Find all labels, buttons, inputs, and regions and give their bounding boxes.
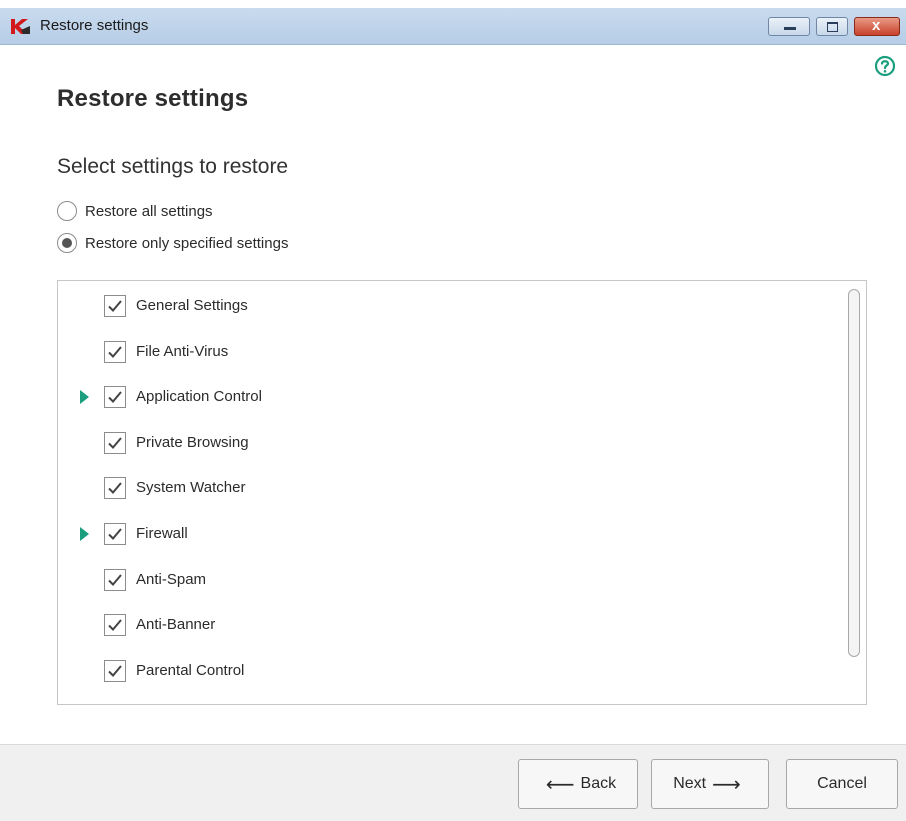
close-button[interactable]: x: [854, 17, 900, 36]
settings-list-item[interactable]: Firewall: [58, 519, 838, 549]
radio-restore-specified[interactable]: Restore only specified settings: [57, 231, 288, 255]
expand-arrow-icon[interactable]: [80, 527, 89, 541]
checkbox[interactable]: [104, 340, 126, 363]
arrow-left-icon: ⟵: [545, 773, 575, 796]
settings-item-label: Application Control: [136, 388, 262, 406]
minimize-icon: [784, 27, 796, 30]
settings-item-label: File Anti-Virus: [136, 342, 229, 360]
settings-list-item[interactable]: Anti-Spam: [58, 565, 838, 595]
back-button-label: Back: [580, 775, 617, 792]
arrow-right-icon: ⟶: [712, 773, 741, 796]
maximize-icon: [827, 22, 838, 32]
checkbox[interactable]: [104, 295, 126, 317]
close-icon: x: [872, 17, 881, 34]
settings-list-item[interactable]: System Watcher: [58, 473, 838, 503]
settings-item-label: Private Browsing: [136, 433, 249, 451]
checkmark-icon: [108, 300, 122, 312]
window-title-bar: Restore settings x: [0, 8, 906, 45]
checkbox[interactable]: [104, 386, 126, 409]
radio-label: Restore all settings: [85, 202, 213, 220]
settings-item-label: General Settings: [136, 297, 248, 314]
settings-list-item[interactable]: Application Control: [58, 382, 838, 412]
checkmark-icon: [108, 482, 122, 495]
checkmark-icon: [108, 345, 122, 358]
cancel-button[interactable]: Cancel: [786, 759, 898, 809]
checkmark-icon: [108, 437, 122, 449]
settings-list-item[interactable]: Private Browsing: [58, 428, 838, 458]
checkbox[interactable]: [104, 431, 126, 454]
scrollbar-thumb[interactable]: [848, 289, 860, 657]
checkmark-icon: [108, 528, 122, 540]
settings-list-item-partial[interactable]: [58, 701, 838, 704]
radio-label: Restore only specified settings: [85, 234, 289, 252]
cancel-button-label: Cancel: [817, 775, 867, 792]
settings-list-item[interactable]: Anti-Banner: [58, 610, 838, 640]
settings-list-item[interactable]: General Settings: [58, 291, 838, 321]
checkmark-icon: [108, 391, 122, 404]
radio-button[interactable]: [57, 233, 77, 253]
checkbox[interactable]: [104, 614, 126, 637]
settings-item-label: Anti-Spam: [136, 570, 207, 588]
section-title: Select settings to restore: [57, 155, 289, 178]
checkmark-icon: [108, 619, 122, 632]
settings-list-item[interactable]: Parental Control: [58, 656, 838, 686]
maximize-button[interactable]: [816, 17, 848, 36]
radio-button[interactable]: [57, 201, 77, 221]
page-title: Restore settings: [57, 85, 249, 112]
expand-arrow-icon[interactable]: [80, 390, 89, 405]
radio-restore-all[interactable]: Restore all settings: [57, 199, 213, 223]
checkbox[interactable]: [104, 568, 126, 591]
settings-list-item[interactable]: File Anti-Virus: [58, 337, 838, 367]
back-button[interactable]: ⟵ Back: [518, 759, 638, 809]
checkbox[interactable]: [104, 659, 126, 682]
settings-list[interactable]: General Settings File Anti-Virus Applicati…: [57, 280, 867, 705]
kaspersky-logo-icon: [11, 19, 30, 34]
checkbox[interactable]: [104, 477, 126, 500]
checkmark-icon: [108, 665, 122, 677]
checkmark-icon: [108, 573, 122, 586]
next-button[interactable]: Next ⟶: [651, 759, 769, 809]
checkbox[interactable]: [104, 523, 126, 545]
settings-item-label: Firewall: [136, 525, 188, 542]
minimize-button[interactable]: [768, 17, 810, 36]
settings-item-label: Anti-Banner: [136, 616, 216, 634]
footer-bar: ⟵ Back Next ⟶ Cancel: [0, 744, 906, 821]
help-icon[interactable]: [874, 55, 896, 77]
next-button-label: Next: [673, 775, 707, 792]
settings-item-label: System Watcher: [136, 479, 246, 497]
window-title: Restore settings: [40, 17, 149, 34]
settings-item-label: Parental Control: [136, 661, 245, 679]
